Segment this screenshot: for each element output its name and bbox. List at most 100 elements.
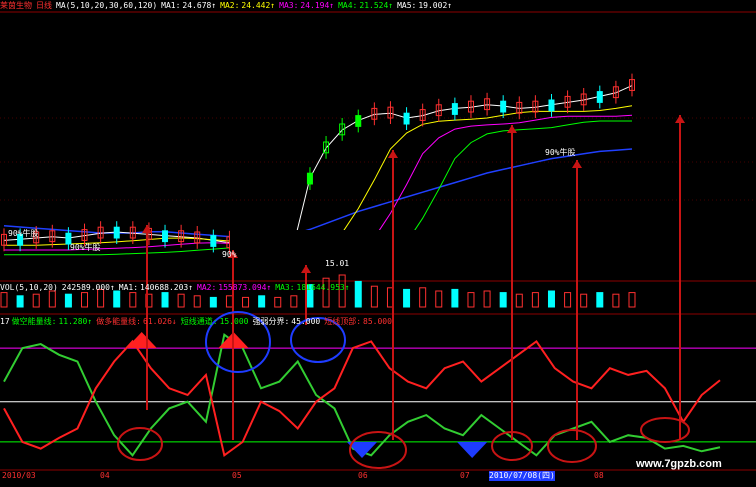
annotation-circle-6 xyxy=(640,417,690,443)
date-tick-5: 2010/07/08(四) xyxy=(489,471,555,481)
volume-bar-5 xyxy=(81,292,89,308)
candle-body-13 xyxy=(210,235,217,247)
signal-arrowhead-6 xyxy=(675,115,685,123)
volume-bar-4 xyxy=(64,293,72,308)
volume-bar-39 xyxy=(628,292,636,308)
price-marker: 15.01 xyxy=(325,259,350,268)
signal-arrowhead-5 xyxy=(572,160,582,168)
bull-note-4: 90%牛股 xyxy=(545,148,576,157)
volume-bar-36 xyxy=(580,293,588,308)
signal-arrowhead-0 xyxy=(142,225,152,233)
volume-bar-17 xyxy=(274,296,282,308)
ind-value-1: 11.280↑ xyxy=(58,317,93,326)
volume-bar-23 xyxy=(370,285,378,308)
ind-label-2: 做多能量线: xyxy=(96,317,142,326)
ma-values: MA1: 24.678↑ MA2: 24.442↑ MA3: 24.194↑ MA4: 21.… xyxy=(161,1,456,10)
volume-bar-31 xyxy=(499,292,507,308)
signal-patch-1 xyxy=(456,441,488,458)
ma-value-3: 21.524↑ xyxy=(359,1,394,10)
candle-body-22 xyxy=(355,115,362,127)
volume-bar-37 xyxy=(596,292,604,308)
volume-bar-28 xyxy=(451,288,459,308)
volume-bar-26 xyxy=(419,287,427,308)
ind-label-3: 短线通道: xyxy=(180,317,218,326)
ma-value-2: 24.194↑ xyxy=(300,1,335,10)
volume-bar-11 xyxy=(177,293,185,308)
bull-note-3: 90% xyxy=(222,250,237,259)
ind-label-0: 17 xyxy=(0,317,10,326)
candle-body-25 xyxy=(403,112,410,125)
signal-arrowhead-2 xyxy=(301,265,311,273)
volume-bar-13 xyxy=(209,296,217,308)
candle-body-34 xyxy=(548,99,555,112)
vol-label-3: MA3: xyxy=(275,283,295,292)
chart-canvas xyxy=(0,11,756,471)
ind-label-5: 短线顶部: xyxy=(324,317,362,326)
indicator-header: 17 做空能量线: 11.280↑ 做多能量线: 61.026↓ 短线通道: 15.000 强… xyxy=(0,317,400,327)
vol-label-2: MA2: xyxy=(197,283,217,292)
vol-label-1: MA1: xyxy=(118,283,139,292)
ind-value-4: 45.000 xyxy=(291,317,321,326)
signal-patch-2 xyxy=(126,332,157,349)
candle-body-28 xyxy=(451,103,458,115)
volume-bar-15 xyxy=(242,296,250,308)
candle-body-7 xyxy=(113,226,120,239)
ma-label-3: MA4: xyxy=(338,1,358,10)
volume-bar-0 xyxy=(0,292,8,308)
occlusion-band xyxy=(230,230,590,260)
volume-header: VOL(5,10,20) 242589.000↑ MA1: 140688.203↑ MA… xyxy=(0,283,358,293)
ma-value-0: 24.678↑ xyxy=(182,1,217,10)
vol-value-3: 181644.953↑ xyxy=(296,283,350,292)
ind-value-5: 85.000 xyxy=(363,317,392,326)
candle-body-19 xyxy=(306,172,313,185)
volume-bar-12 xyxy=(193,295,201,308)
ind-label-1: 做空能量线: xyxy=(11,317,57,326)
date-tick-1: 04 xyxy=(100,471,110,480)
vol-value-1: 140688.203↑ xyxy=(140,283,194,292)
ind-label-4: 强弱分界: xyxy=(252,317,290,326)
ma-label-2: MA3: xyxy=(279,1,299,10)
ma-label-4: MA5: xyxy=(397,1,417,10)
volume-bar-33 xyxy=(531,292,539,308)
bull-note-2: 90%牛股 xyxy=(70,243,101,252)
vol-value-0: 242589.000↑ xyxy=(61,283,115,292)
chart-stage: 莱茵生物 日线 MA(5,10,20,30,60,120) MA1: 24.678↑ MA… xyxy=(0,0,756,487)
volume-bar-29 xyxy=(467,292,475,308)
volume-bar-14 xyxy=(225,295,233,308)
volume-bar-34 xyxy=(547,290,555,308)
volume-bar-25 xyxy=(403,288,411,308)
candle-body-10 xyxy=(162,230,169,243)
annotation-circle-5 xyxy=(547,429,597,463)
date-tick-6: 08 xyxy=(594,471,604,480)
volume-bar-3 xyxy=(48,290,56,308)
candle-body-37 xyxy=(596,91,603,103)
price-header: 莱茵生物 日线 MA(5,10,20,30,60,120) MA1: 24.678↑ MA… xyxy=(0,1,460,11)
volume-bar-1 xyxy=(16,295,24,308)
bull-note-1: 90%牛股 xyxy=(8,229,39,238)
volume-bar-27 xyxy=(435,290,443,308)
volume-bar-38 xyxy=(612,293,620,308)
date-tick-3: 06 xyxy=(358,471,368,480)
volume-bar-30 xyxy=(483,290,491,308)
vol-values: 242589.000↑ MA1: 140688.203↑ MA2: 155873.094… xyxy=(62,283,354,292)
signal-arrowhead-4 xyxy=(507,125,517,133)
date-tick-4: 07 xyxy=(460,471,470,480)
date-axis: 2010/03 04 05 06 07 2010/07/08(四) 08 xyxy=(0,471,610,483)
volume-bar-35 xyxy=(564,292,572,308)
vol-label: VOL(5,10,20) xyxy=(0,283,58,292)
watermark: www.7gpzb.com xyxy=(636,458,722,470)
date-tick-2: 05 xyxy=(232,471,242,480)
ma-params: MA(5,10,20,30,60,120) xyxy=(56,1,158,10)
ma-value-4: 19.002↑ xyxy=(418,1,453,10)
ma-label-0: MA1: xyxy=(161,1,181,10)
ma-label-1: MA2: xyxy=(220,1,240,10)
stock-name: 莱茵生物 xyxy=(0,1,32,10)
ind-value-2: 61.026↓ xyxy=(143,317,177,326)
indicator-series-2 xyxy=(3,339,721,458)
volume-bar-2 xyxy=(32,293,40,308)
period-label: 日线 xyxy=(36,1,52,10)
date-tick-0: 2010/03 xyxy=(2,471,36,480)
ma-value-1: 24.442↑ xyxy=(241,1,276,10)
volume-bar-18 xyxy=(290,295,298,308)
volume-bar-10 xyxy=(161,292,169,308)
